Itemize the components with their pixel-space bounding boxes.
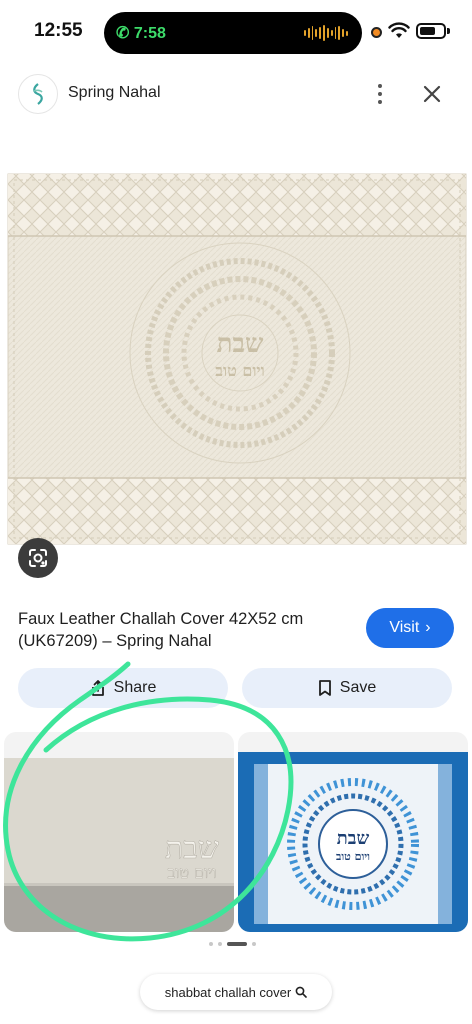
share-icon (91, 680, 104, 696)
spring-nahal-logo-icon (33, 83, 43, 105)
close-icon (423, 85, 441, 103)
product-title[interactable]: Faux Leather Challah Cover 42X52 cm (UK6… (18, 608, 358, 652)
google-lens-button[interactable] (18, 538, 58, 578)
save-label: Save (339, 679, 377, 696)
visit-button[interactable]: Visit › (366, 608, 454, 648)
battery-tip (447, 28, 450, 34)
visit-label: Visit (389, 619, 420, 636)
save-button[interactable]: Save (242, 668, 452, 708)
phone-icon: ✆ (116, 25, 130, 42)
close-button[interactable] (420, 82, 444, 106)
related-2-text-shabbat: שבת (337, 828, 370, 849)
related-2-text-yomtov: ויום טוב (336, 850, 370, 863)
cover-text-yomtov: ויום טוב (215, 361, 264, 380)
site-name[interactable]: Spring Nahal (68, 84, 161, 102)
battery-icon (416, 23, 446, 39)
carousel-indicator (209, 942, 256, 946)
call-indicator: ✆ 7:58 (116, 23, 166, 43)
recording-dot (371, 27, 382, 38)
related-1-text-shabbat: שבת (165, 831, 219, 866)
cover-text-shabbat: שבת (217, 329, 264, 359)
search-query-chip[interactable]: shabbat challah cover (140, 974, 332, 1010)
more-options-button[interactable] (368, 80, 392, 108)
dynamic-island[interactable]: ✆ 7:58 (104, 12, 362, 54)
call-timer: 7:58 (133, 25, 166, 42)
bookmark-icon (318, 680, 331, 696)
wifi-icon (388, 22, 410, 38)
more-vert-icon (378, 84, 382, 88)
search-query: shabbat challah cover (164, 984, 292, 1000)
search-icon (295, 986, 308, 998)
share-label: Share (113, 679, 157, 696)
lens-icon (29, 549, 47, 567)
chevron-right-icon: › (425, 619, 431, 636)
site-logo[interactable] (18, 74, 58, 114)
related-item-2[interactable]: שבת ויום טוב (238, 732, 468, 932)
related-1-text-yomtov: ויום טוב (168, 863, 217, 882)
share-button[interactable]: Share (18, 668, 228, 708)
status-time: 12:55 (34, 20, 83, 41)
audio-wave-icon (304, 25, 348, 41)
related-item-1[interactable]: שבת ויום טוב (4, 732, 234, 932)
product-image[interactable]: שבת ויום טוב (0, 168, 472, 558)
